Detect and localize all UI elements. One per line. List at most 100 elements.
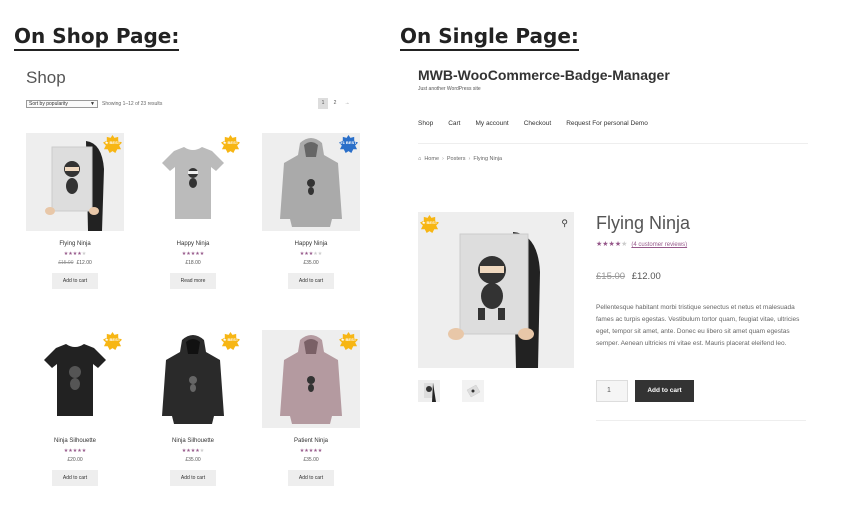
quantity-input[interactable]: 1 [596, 380, 628, 402]
breadcrumb-separator: › [468, 156, 471, 162]
page-2[interactable]: 2 [330, 98, 340, 109]
ninja-poster-image [418, 212, 574, 368]
product-action-button[interactable]: Add to cart [170, 470, 216, 486]
single-page-heading: On Single Page: [400, 24, 579, 51]
nav-item-my-account[interactable]: My account [475, 120, 508, 127]
product-image[interactable]: ★ BEST [26, 133, 124, 231]
current-price: £35.00 [303, 260, 319, 266]
product-card[interactable]: ★ BEST Patient Ninja ★★★★★ £35.00 Add to car… [262, 330, 360, 486]
product-image[interactable]: ★ BEST [262, 330, 360, 428]
product-price: £35.00 [262, 260, 360, 266]
site-title[interactable]: MWB-WooCommerce-Badge-Manager [418, 67, 670, 83]
product-action-button[interactable]: Read more [170, 273, 216, 289]
product-price: £15.00 £12.00 [596, 271, 661, 282]
product-name[interactable]: Flying Ninja [26, 241, 124, 247]
thumb-poster-flat-image [462, 380, 484, 402]
current-price: £35.00 [185, 457, 201, 463]
badge-text: ★ BEST [222, 337, 239, 342]
product-rating: ★★★★★ (4 customer reviews) [596, 241, 687, 248]
product-name[interactable]: Happy Ninja [262, 241, 360, 247]
product-card[interactable]: ★ BEST Ninja Silhouette ★★★★★ £35.00 Add to … [144, 330, 242, 486]
current-price: £35.00 [303, 457, 319, 463]
header-divider [418, 143, 808, 144]
breadcrumb-category[interactable]: Posters [447, 156, 466, 162]
product-image[interactable]: ★ BEST [26, 330, 124, 428]
shop-page-heading: On Shop Page: [14, 24, 180, 51]
cart-divider [596, 420, 806, 421]
badge-text: ★ BEST [104, 140, 121, 145]
product-price: £20.00 [26, 457, 124, 463]
sort-select[interactable]: Sort by popularity ▼ [26, 100, 98, 108]
product-price: £15.00 £12.00 [26, 260, 124, 266]
product-image[interactable]: #1 BEST [262, 133, 360, 231]
current-price: £18.00 [185, 260, 201, 266]
site-tagline: Just another WordPress site [418, 86, 481, 92]
product-description: Pellentesque habitant morbi tristique se… [596, 304, 800, 347]
rating-stars: ★★★★★ [299, 448, 323, 454]
breadcrumb-current: Flying Ninja [473, 156, 503, 162]
current-price: £20.00 [67, 457, 83, 463]
best-badge: ★ BEST [339, 332, 358, 351]
nav-item-shop[interactable]: Shop [418, 120, 433, 127]
badge-text: #1 BEST [340, 140, 357, 145]
rating-stars: ★★★★★ [181, 448, 205, 454]
best-badge: ★ BEST [103, 135, 122, 154]
best-badge: #1 BEST [339, 135, 358, 154]
sale-price: £12.00 [631, 271, 661, 282]
badge-text: ★ BEST [222, 140, 239, 145]
product-action-button[interactable]: Add to cart [288, 470, 334, 486]
product-name[interactable]: Happy Ninja [144, 241, 242, 247]
product-action-button[interactable]: Add to cart [288, 273, 334, 289]
best-badge: ★ BEST [103, 332, 122, 351]
next-page-arrow[interactable]: → [342, 98, 352, 109]
product-image[interactable]: ★ BEST [144, 133, 242, 231]
nav-item-request-demo[interactable]: Request For personal Demo [566, 120, 648, 127]
old-price: £15.00 [596, 271, 626, 282]
chevron-down-icon: ▼ [90, 101, 95, 107]
breadcrumb: ⌂ Home › Posters › Flying Ninja [418, 156, 502, 162]
badge-text: ★ BEST [421, 220, 438, 225]
rating-stars: ★★★★★ [596, 241, 628, 248]
breadcrumb-separator: › [442, 156, 444, 162]
nav-item-cart[interactable]: Cart [448, 120, 460, 127]
thumb-poster-image [418, 380, 440, 402]
shop-title: Shop [26, 68, 66, 87]
product-action-button[interactable]: Add to cart [52, 470, 98, 486]
result-count: Showing 1–12 of 23 results [102, 101, 163, 107]
product-price: £35.00 [262, 457, 360, 463]
product-name[interactable]: Patient Ninja [262, 438, 360, 444]
add-to-cart-button[interactable]: Add to cart [635, 380, 694, 402]
gallery-thumb-1[interactable] [418, 380, 440, 402]
product-main-image[interactable]: ★ BEST ⚲ [418, 212, 574, 368]
product-card[interactable]: #1 BEST Happy Ninja ★★★★★ £35.00 Add to cart [262, 133, 360, 289]
zoom-icon[interactable]: ⚲ [561, 218, 568, 229]
best-badge: ★ BEST [221, 332, 240, 351]
pagination: 1 2 → [318, 98, 352, 109]
rating-stars: ★★★★★ [181, 251, 205, 257]
rating-stars: ★★★★★ [63, 251, 87, 257]
product-image[interactable]: ★ BEST [144, 330, 242, 428]
product-title: Flying Ninja [596, 213, 691, 233]
product-card[interactable]: ★ BEST Flying Ninja ★★★★★ £15.00 £12.00 Add t… [26, 133, 124, 289]
product-card[interactable]: ★ BEST Happy Ninja ★★★★★ £18.00 Read more [144, 133, 242, 289]
reviews-link[interactable]: (4 customer reviews) [631, 242, 687, 248]
product-card[interactable]: ★ BEST Ninja Silhouette ★★★★★ £20.00 Add to … [26, 330, 124, 486]
product-action-button[interactable]: Add to cart [52, 273, 98, 289]
product-price: £35.00 [144, 457, 242, 463]
badge-text: ★ BEST [104, 337, 121, 342]
best-badge: ★ BEST [221, 135, 240, 154]
page-1[interactable]: 1 [318, 98, 328, 109]
nav-item-checkout[interactable]: Checkout [524, 120, 551, 127]
rating-stars: ★★★★★ [63, 448, 87, 454]
current-price: £12.00 [76, 260, 92, 266]
best-badge: ★ BEST [420, 215, 439, 234]
product-name[interactable]: Ninja Silhouette [26, 438, 124, 444]
product-name[interactable]: Ninja Silhouette [144, 438, 242, 444]
sort-value: Sort by popularity [29, 101, 68, 107]
badge-text: ★ BEST [340, 337, 357, 342]
product-price: £18.00 [144, 260, 242, 266]
home-icon: ⌂ [418, 156, 422, 162]
breadcrumb-home[interactable]: Home [424, 156, 439, 162]
gallery-thumb-2[interactable] [462, 380, 484, 402]
main-nav: Shop Cart My account Checkout Request Fo… [418, 120, 663, 127]
